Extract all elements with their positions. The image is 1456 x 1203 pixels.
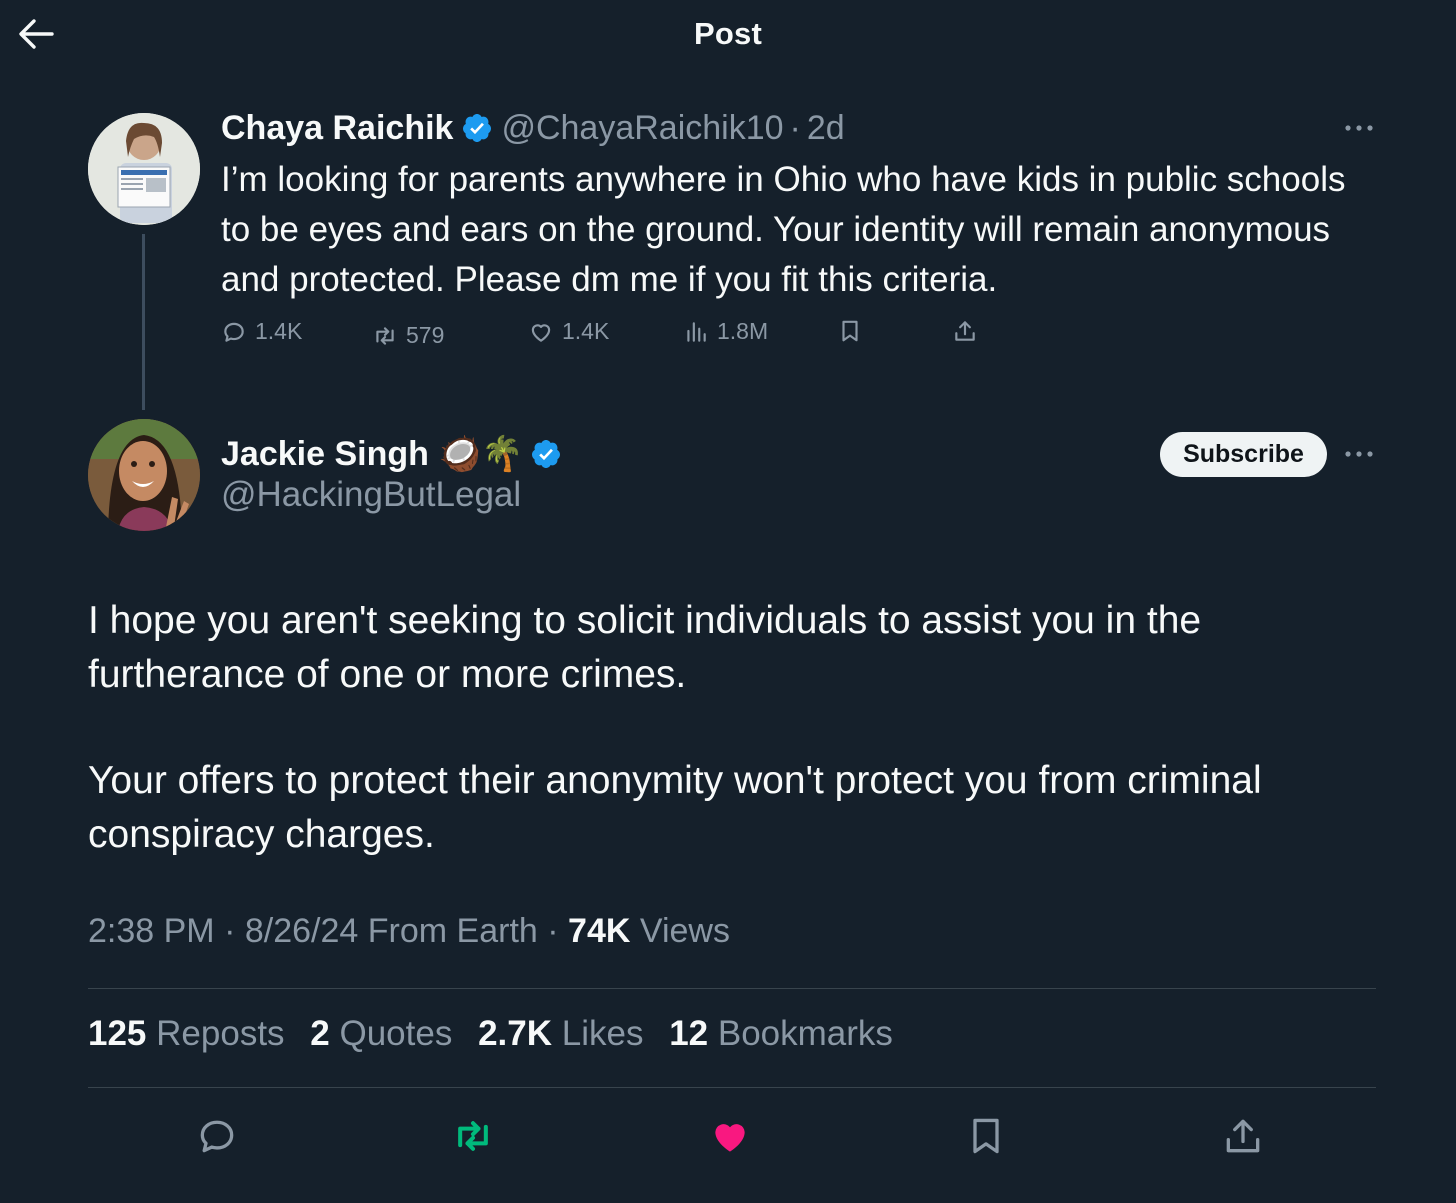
share-icon[interactable] xyxy=(1221,1114,1265,1158)
separator: · xyxy=(547,912,559,950)
heart-icon xyxy=(531,323,551,342)
share-icon xyxy=(955,321,975,341)
parent-post-text: I’m looking for parents anywhere in Ohio… xyxy=(221,160,1346,299)
repost-icon xyxy=(376,326,394,345)
bookmark-icon xyxy=(842,320,858,342)
like-count: 1.4K xyxy=(562,318,610,344)
post-time[interactable]: 2:38 PM xyxy=(88,912,215,950)
author-handle[interactable]: @HackingButLegal xyxy=(221,475,521,515)
author-name[interactable]: Chaya Raichik xyxy=(221,109,453,148)
quotes-count: 2 xyxy=(310,1014,330,1053)
post-body: I hope you aren't seeking to solicit ind… xyxy=(88,594,1388,862)
avatar[interactable] xyxy=(88,419,200,531)
views-count: 74K xyxy=(568,912,631,950)
heart-icon[interactable] xyxy=(708,1114,752,1158)
like-button[interactable]: 1.4K xyxy=(528,318,609,345)
name-emoji: 🥥🌴 xyxy=(438,435,524,473)
views-label: Views xyxy=(639,912,730,950)
likes-stat[interactable]: 2.7K Likes xyxy=(478,1014,643,1053)
repost-count: 579 xyxy=(406,322,445,348)
verified-badge-icon xyxy=(463,114,492,142)
avatar[interactable] xyxy=(88,113,200,225)
reply-count: 1.4K xyxy=(255,318,303,344)
subscribe-button[interactable]: Subscribe xyxy=(1160,432,1327,477)
reply-icon[interactable] xyxy=(195,1114,239,1158)
author-name[interactable]: Jackie Singh xyxy=(221,435,429,474)
parent-post-header: Chaya Raichik @ChayaRaichik10 · 2d xyxy=(221,106,845,150)
reply-icon xyxy=(224,322,244,342)
reposts-count: 125 xyxy=(88,1014,147,1053)
author-handle[interactable]: @ChayaRaichik10 xyxy=(501,109,783,148)
verified-badge-icon xyxy=(531,440,560,468)
avatar-image xyxy=(88,113,200,225)
views-chart-icon xyxy=(687,321,706,342)
avatar-image xyxy=(88,419,200,531)
page-title: Post xyxy=(694,16,762,51)
bookmarks-count: 12 xyxy=(669,1014,709,1053)
views-button[interactable]: 1.8M xyxy=(683,318,768,345)
bookmarks-stat[interactable]: 12 Bookmarks xyxy=(669,1014,893,1053)
likes-label: Likes xyxy=(561,1014,644,1053)
post-paragraph: I hope you aren't seeking to solicit ind… xyxy=(88,599,1202,696)
more-dots-icon[interactable] xyxy=(1342,120,1376,136)
post-paragraph: Your offers to protect their anonymity w… xyxy=(88,759,1262,856)
post-stats: 125 Reposts 2 Quotes 2.7K Likes 12 Bookm… xyxy=(88,1014,909,1054)
bookmarks-label: Bookmarks xyxy=(717,1014,893,1053)
parent-post-actions: 1.4K 579 1.4K 1.8M xyxy=(0,318,1456,354)
bookmark-button[interactable] xyxy=(837,318,871,344)
reply-button[interactable]: 1.4K xyxy=(221,318,302,345)
reposts-label: Reposts xyxy=(156,1014,285,1053)
likes-count: 2.7K xyxy=(478,1014,553,1053)
reposts-stat[interactable]: 125 Reposts xyxy=(88,1014,285,1053)
divider xyxy=(88,988,1376,989)
quotes-stat[interactable]: 2 Quotes xyxy=(310,1014,452,1053)
repost-button[interactable]: 579 xyxy=(372,322,444,349)
post-time[interactable]: 2d xyxy=(807,109,845,148)
views-count: 1.8M xyxy=(717,318,769,344)
post-date[interactable]: 8/26/24 xyxy=(245,912,358,950)
post-author-row: Jackie Singh 🥥🌴 xyxy=(221,428,570,480)
quotes-label: Quotes xyxy=(339,1014,453,1053)
divider xyxy=(88,1087,1376,1088)
share-button[interactable] xyxy=(952,318,986,344)
post-page: Post Chaya Raichik @ChayaRaichik10 · 2d … xyxy=(0,0,1456,1203)
post-source: From Earth xyxy=(367,912,538,950)
repost-icon[interactable] xyxy=(451,1114,495,1158)
more-dots-icon[interactable] xyxy=(1342,446,1376,462)
separator: · xyxy=(789,108,801,147)
bookmark-icon[interactable] xyxy=(964,1114,1008,1158)
separator: · xyxy=(224,912,236,950)
post-meta: 2:38 PM · 8/26/24 From Earth · 74K Views xyxy=(88,912,730,951)
